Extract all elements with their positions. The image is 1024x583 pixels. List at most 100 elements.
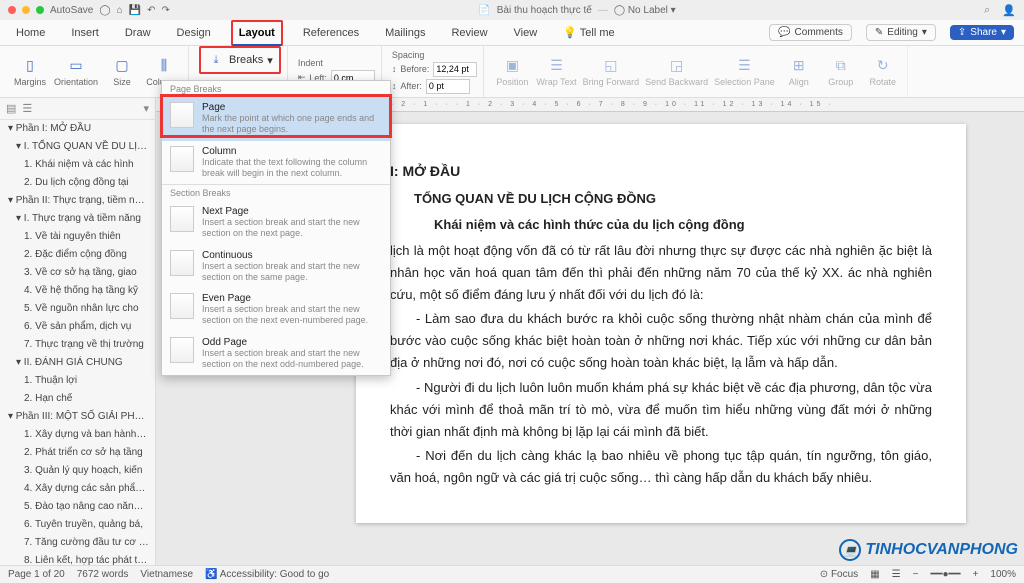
selection-pane-button[interactable]: ☰Selection Pane [714,57,775,87]
nav-item[interactable]: ▾ II. ĐÁNH GIÁ CHUNG [0,354,155,372]
doc-para: - Làm sao đưa du khách bước ra khỏi cuộc… [390,308,932,374]
column-break-icon [170,146,194,172]
editing-button[interactable]: ✎ Editing ▾ [866,24,936,41]
user-icon[interactable]: 👤 [1002,4,1016,17]
undo-icon[interactable]: ↶ [147,5,155,16]
nav-outline-icon[interactable]: ☰ [22,102,32,115]
view-web-icon[interactable]: ☰ [892,569,901,580]
status-focus[interactable]: ⊙ Focus [820,569,858,580]
redo-icon[interactable]: ↷ [161,5,169,16]
status-words[interactable]: 7672 words [77,569,129,580]
nav-item[interactable]: ▾ Phần III: MỘT SỐ GIẢI PHÁP V [0,408,155,426]
nav-item[interactable]: 2. Du lịch cộng đồng tại [0,174,155,192]
breaks-page[interactable]: PageMark the point at which one page end… [162,97,390,141]
nav-item[interactable]: 7. Thực trạng về thị trường [0,336,155,354]
nav-item[interactable]: 1. Xây dựng và ban hành cơ [0,426,155,444]
spacing-before-input[interactable] [433,62,477,77]
spacing-after-input[interactable] [426,79,470,94]
page[interactable]: I: MỞ ĐẦU TỔNG QUAN VỀ DU LỊCH CỘNG ĐỒNG… [356,124,966,523]
zoom-in-icon[interactable]: + [973,569,979,580]
breaks-dropdown: Page Breaks PageMark the point at which … [161,80,391,376]
maximize-icon[interactable] [36,6,44,14]
doc-para: - Người đi du lịch luôn luôn muốn khám p… [390,377,932,443]
tab-view[interactable]: View [508,22,544,44]
autosave-label: AutoSave [50,5,93,16]
watermark-icon: 💻 [839,539,861,561]
status-lang[interactable]: Vietnamese [140,569,193,580]
tab-home[interactable]: Home [10,22,51,44]
nav-item[interactable]: 2. Phát triển cơ sở hạ tầng [0,444,155,462]
breaks-odd-page[interactable]: Odd PageInsert a section break and start… [162,332,390,376]
nav-item[interactable]: ▾ I. Thực trạng và tiềm năng [0,210,155,228]
nav-item[interactable]: 2. Đặc điểm cộng đồng [0,246,155,264]
nav-item[interactable]: ▾ Phần I: MỞ ĐẦU [0,120,155,138]
page-breaks-label: Page Breaks [162,81,390,97]
minimize-icon[interactable] [22,6,30,14]
orientation-button[interactable]: ▭Orientation [54,57,98,87]
page-break-icon [170,102,194,128]
zoom-slider[interactable]: ━━●━━ [930,569,960,580]
tab-review[interactable]: Review [445,22,493,44]
tab-mailings[interactable]: Mailings [379,22,431,44]
search-icon[interactable]: ⌕ [984,4,990,17]
nav-item[interactable]: 8. Liên kết, hợp tác phát triển [0,552,155,565]
tab-layout[interactable]: Layout [231,20,283,46]
close-icon[interactable] [8,6,16,14]
nav-item[interactable]: 1. Khái niệm và các hình [0,156,155,174]
zoom-level[interactable]: 100% [990,569,1016,580]
breaks-continuous[interactable]: ContinuousInsert a section break and sta… [162,245,390,289]
tab-insert[interactable]: Insert [65,22,105,44]
nav-item[interactable]: 7. Tăng cường đầu tư cơ sở [0,534,155,552]
nav-thumbnail-icon[interactable]: ▤ [6,102,16,115]
doc-heading-2: TỔNG QUAN VỀ DU LỊCH CỘNG ĐỒNG [414,188,932,210]
nav-item[interactable]: 2. Hạn chế [0,390,155,408]
nav-item[interactable]: 1. Về tài nguyên thiên [0,228,155,246]
indent-label: Indent [298,58,375,68]
nav-item[interactable]: 6. Về sản phẩm, dịch vụ [0,318,155,336]
nav-item[interactable]: 4. Xây dựng các sản phẩm và [0,480,155,498]
word-icon: 📄 [478,5,490,16]
nav-item[interactable]: 1. Thuận lợi [0,372,155,390]
doc-para: lịch là một hoạt động vốn đã có từ rất l… [390,240,932,306]
nav-item[interactable]: 4. Về hệ thống hạ tầng kỹ [0,282,155,300]
nav-item[interactable]: 5. Về nguồn nhân lực cho [0,300,155,318]
status-page[interactable]: Page 1 of 20 [8,569,65,580]
nav-item[interactable]: 3. Về cơ sở hạ tầng, giao [0,264,155,282]
size-button[interactable]: ▢Size [104,57,140,87]
no-label[interactable]: ◯ No Label ▾ [614,5,676,16]
breaks-even-page[interactable]: Even PageInsert a section break and star… [162,288,390,332]
view-print-icon[interactable]: ▦ [870,569,879,580]
home-icon[interactable]: ⌂ [117,5,123,16]
zoom-out-icon[interactable]: − [913,569,919,580]
save-icon[interactable]: 💾 [129,5,141,16]
nav-item[interactable]: ▾ Phần II: Thực trạng, tiềm năng [0,192,155,210]
share-button[interactable]: ⇪ Share ▾ [950,25,1014,40]
nav-item[interactable]: 5. Đào tạo nâng cao năng lực [0,498,155,516]
autosave-toggle[interactable]: ◯ [99,5,110,16]
tab-draw[interactable]: Draw [119,22,157,44]
section-breaks-label: Section Breaks [162,184,390,201]
spacing-before[interactable]: ↕ Before: [392,62,478,77]
breaks-column[interactable]: ColumnIndicate that the text following t… [162,141,390,185]
watermark: 💻 TINHOCVANPHONG [839,539,1018,561]
wrap-text-button: ☰Wrap Text [536,57,576,87]
tab-design[interactable]: Design [171,22,217,44]
navigation-pane: ▤ ☰ ▾ ▾ Phần I: MỞ ĐẦU▾ I. TỔNG QUAN VỀ … [0,98,156,565]
status-accessibility[interactable]: ♿ Accessibility: Good to go [205,569,329,580]
breaks-next-page[interactable]: Next PageInsert a section break and star… [162,201,390,245]
doc-title[interactable]: Bài thu hoạch thực tế [497,5,592,16]
nav-toolbar: ▤ ☰ ▾ [0,98,155,120]
nav-item[interactable]: 6. Tuyên truyền, quảng bá, [0,516,155,534]
nav-item[interactable]: ▾ I. TỔNG QUAN VỀ DU LỊCH [0,138,155,156]
position-button: ▣Position [494,57,530,87]
tell-me[interactable]: 💡 Tell me [557,21,620,44]
comments-button[interactable]: 💬 Comments [769,24,852,41]
spacing-after[interactable]: ↕ After: [392,79,478,94]
nav-item[interactable]: 3. Quản lý quy hoạch, kiến [0,462,155,480]
nav-collapse-icon[interactable]: ▾ [143,102,149,115]
margins-button[interactable]: ▯Margins [12,57,48,87]
ribbon: ▯Margins ▭Orientation ▢Size ⫼Columns ⤓Br… [0,46,1024,98]
tab-references[interactable]: References [297,22,365,44]
doc-para: - Nơi đến du lịch càng khác lạ bao nhiêu… [390,445,932,489]
breaks-button[interactable]: ⤓Breaks ▾ [199,46,281,74]
